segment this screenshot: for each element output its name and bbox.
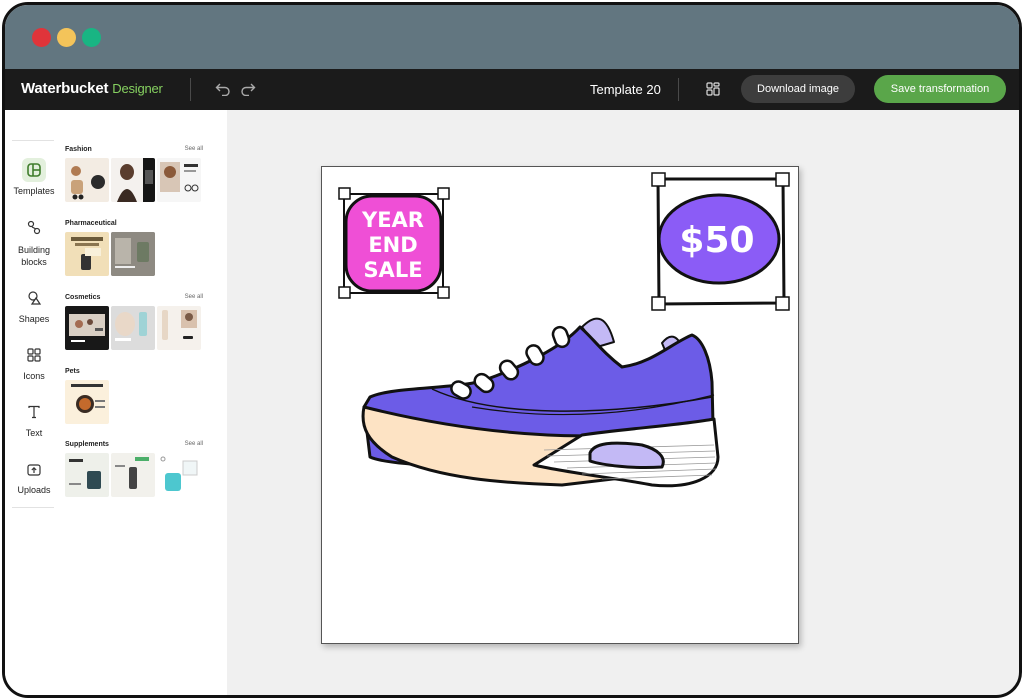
template-thumbnail[interactable] — [111, 306, 155, 350]
shoe-illustration[interactable] — [361, 317, 720, 488]
brand-name: Waterbucket — [21, 80, 109, 97]
layout-grid-icon[interactable] — [704, 80, 722, 98]
price-text: $50 — [679, 220, 754, 261]
canvas-artwork: YEAR END SALE $50 — [338, 172, 790, 488]
tool-label: Building blocks — [17, 245, 51, 267]
tool-templates[interactable]: Templates — [8, 158, 60, 196]
sale-text-line-1: YEAR — [361, 208, 424, 232]
tool-label: Uploads — [17, 485, 51, 495]
category-title: Pharmaceutical — [65, 220, 117, 227]
template-thumbnail[interactable] — [157, 306, 201, 350]
template-thumbnail[interactable] — [111, 453, 155, 497]
brand-sub: Designer — [112, 81, 163, 96]
category-fashion: Fashion See all — [65, 146, 203, 202]
app-toolbar: Waterbucket Designer Template 20 Download… — [5, 69, 1019, 110]
tool-text[interactable]: Text — [8, 400, 60, 438]
sale-text-line-3: SALE — [363, 258, 422, 282]
download-image-button[interactable]: Download image — [741, 75, 855, 103]
see-all-link[interactable]: See all — [185, 146, 203, 152]
sale-text-line-2: END — [368, 233, 417, 257]
template-thumbnail[interactable] — [111, 232, 155, 276]
icons-grid-icon — [22, 343, 46, 367]
category-pets: Pets — [65, 368, 203, 424]
category-title: Fashion — [65, 146, 92, 153]
tool-label: Text — [25, 428, 43, 438]
category-title: Cosmetics — [65, 294, 101, 301]
template-thumbnail[interactable] — [65, 306, 109, 350]
price-badge[interactable]: $50 — [651, 172, 790, 311]
template-thumbnail[interactable] — [157, 453, 201, 497]
text-icon — [22, 400, 46, 424]
resize-handle[interactable] — [651, 172, 666, 187]
maximize-window-button[interactable] — [82, 28, 101, 47]
category-title: Pets — [65, 368, 80, 375]
tool-uploads[interactable]: Uploads — [8, 457, 60, 495]
window-titlebar — [5, 5, 1019, 69]
tool-label: Shapes — [18, 314, 50, 324]
template-thumbnail[interactable] — [65, 380, 109, 424]
tool-shapes[interactable]: Shapes — [8, 286, 60, 324]
resize-handle[interactable] — [651, 296, 666, 311]
upload-icon — [22, 457, 46, 481]
template-thumbnail[interactable] — [65, 158, 109, 202]
tool-building-blocks[interactable]: Building blocks — [8, 216, 60, 268]
tool-label: Icons — [23, 371, 45, 381]
tool-label: Templates — [13, 186, 55, 196]
app-window: Waterbucket Designer Template 20 Download… — [2, 2, 1022, 698]
close-window-button[interactable] — [32, 28, 51, 47]
minimize-window-button[interactable] — [57, 28, 76, 47]
shapes-icon — [22, 286, 46, 310]
templates-icon — [22, 158, 46, 182]
category-pharmaceutical: Pharmaceutical — [65, 220, 203, 276]
undo-icon[interactable] — [214, 80, 232, 98]
category-cosmetics: Cosmetics See all — [65, 294, 203, 350]
divider — [190, 78, 191, 101]
sale-badge[interactable]: YEAR END SALE — [338, 187, 450, 299]
category-supplements: Supplements See all — [65, 441, 203, 497]
divider — [678, 78, 679, 101]
resize-handle[interactable] — [338, 187, 351, 200]
resize-handle[interactable] — [775, 296, 790, 311]
tool-icons[interactable]: Icons — [8, 343, 60, 381]
building-blocks-icon — [22, 216, 46, 240]
resize-handle[interactable] — [437, 187, 450, 200]
template-thumbnail[interactable] — [65, 232, 109, 276]
design-canvas[interactable]: YEAR END SALE $50 — [321, 166, 799, 644]
resize-handle[interactable] — [437, 286, 450, 299]
template-thumbnail[interactable] — [111, 158, 155, 202]
see-all-link[interactable]: See all — [185, 294, 203, 300]
see-all-link[interactable]: See all — [185, 441, 203, 447]
resize-handle[interactable] — [338, 286, 351, 299]
divider — [12, 140, 54, 141]
sidebar: Templates Building blocks Shapes Icons T — [5, 110, 227, 695]
template-thumbnail[interactable] — [157, 158, 201, 202]
redo-icon[interactable] — [239, 80, 257, 98]
template-thumbnail[interactable] — [65, 453, 109, 497]
template-name: Template 20 — [590, 82, 661, 97]
save-transformation-button[interactable]: Save transformation — [874, 75, 1006, 103]
category-title: Supplements — [65, 441, 109, 448]
brand-logo: Waterbucket Designer — [21, 80, 163, 97]
resize-handle[interactable] — [775, 172, 790, 187]
divider — [12, 507, 54, 508]
